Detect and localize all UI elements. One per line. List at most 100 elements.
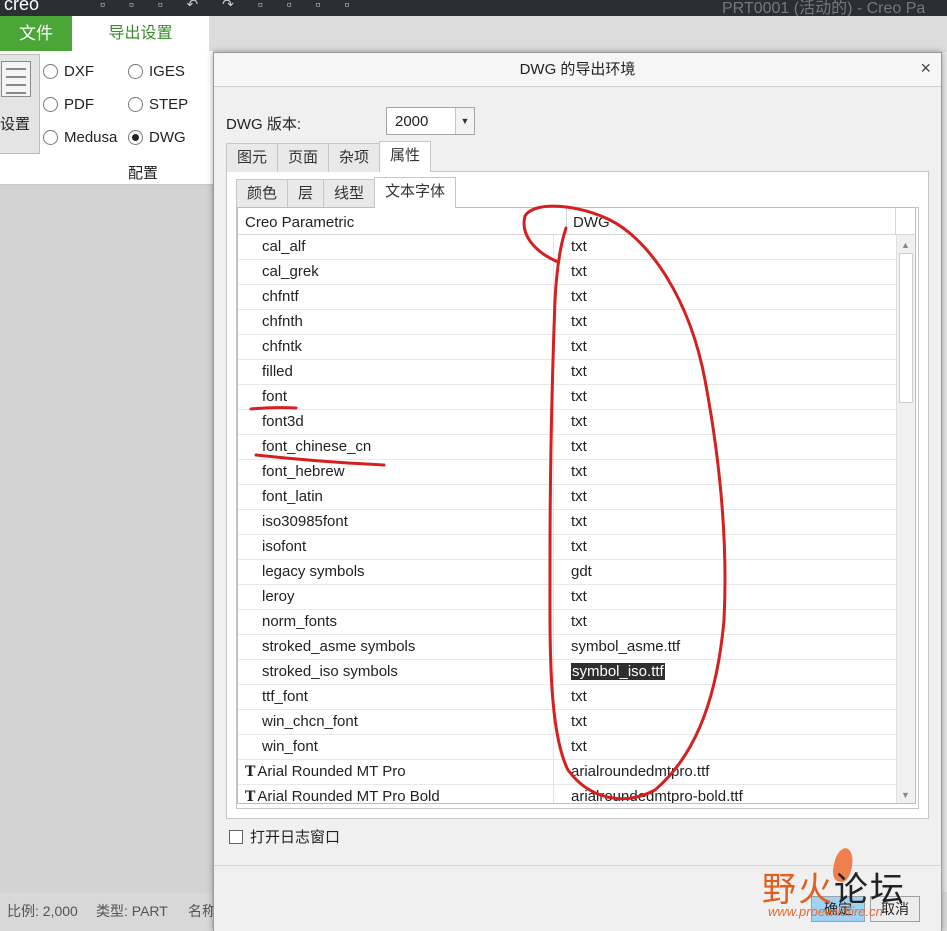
table-row[interactable]: leroy txt bbox=[238, 585, 896, 610]
dwg-font-cell[interactable]: txt bbox=[571, 738, 587, 755]
radio-label: STEP bbox=[149, 96, 189, 113]
settings-icon bbox=[1, 61, 31, 97]
dwg-font-cell[interactable]: txt bbox=[571, 613, 587, 630]
radio-medusa[interactable]: Medusa bbox=[43, 129, 117, 146]
tab-page[interactable]: 页面 bbox=[277, 143, 330, 172]
radio-dxf[interactable]: DXF bbox=[43, 63, 94, 80]
ribbon-panel: 设置 DXF IGES PDF STEP Medusa DWG 配置 bbox=[0, 51, 213, 185]
creo-font-name: ttf_font bbox=[262, 688, 308, 705]
column-header-dwg[interactable]: DWG bbox=[573, 214, 610, 231]
dwg-font-cell[interactable]: txt bbox=[571, 713, 587, 730]
table-row[interactable]: stroked_asme symbols symbol_asme.ttf bbox=[238, 635, 896, 660]
creo-font-name: font_chinese_cn bbox=[262, 438, 372, 455]
tab-text-fonts[interactable]: 文本字体 bbox=[374, 177, 457, 208]
creo-font-cell: chfnth bbox=[262, 313, 303, 330]
dwg-font-cell[interactable]: txt bbox=[571, 363, 587, 380]
creo-font-name: win_font bbox=[262, 738, 318, 755]
table-row[interactable]: font_hebrew txt bbox=[238, 460, 896, 485]
dwg-font-cell[interactable]: txt bbox=[571, 538, 587, 555]
dwg-font-cell[interactable]: txt bbox=[571, 413, 587, 430]
dwg-font-cell[interactable]: txt bbox=[571, 588, 587, 605]
scroll-down-icon[interactable]: ▼ bbox=[901, 790, 910, 800]
dwg-font-cell[interactable]: symbol_asme.ttf bbox=[571, 638, 680, 655]
table-row[interactable]: cal_grek txt bbox=[238, 260, 896, 285]
dwg-font-cell[interactable]: arialroundedmtpro-bold.ttf bbox=[571, 788, 743, 803]
table-row[interactable]: isofont txt bbox=[238, 535, 896, 560]
dwg-font-cell[interactable]: txt bbox=[571, 488, 587, 505]
table-row[interactable]: font txt bbox=[238, 385, 896, 410]
table-row[interactable]: norm_fonts txt bbox=[238, 610, 896, 635]
tab-misc[interactable]: 杂项 bbox=[328, 143, 381, 172]
creo-font-cell: stroked_iso symbols bbox=[262, 663, 398, 680]
radio-circle bbox=[43, 64, 58, 79]
table-row[interactable]: stroked_iso symbols symbol_iso.ttf bbox=[238, 660, 896, 685]
tab-attributes[interactable]: 属性 bbox=[379, 141, 432, 172]
dwg-font-cell[interactable]: txt bbox=[571, 263, 587, 280]
quick-access-toolbar[interactable]: ▫ ▫ ▫ ↶ ↷ ▫ ▫ ▫ ▫ bbox=[100, 0, 359, 13]
dwg-font-cell[interactable]: txt bbox=[571, 463, 587, 480]
creo-font-name: chfntf bbox=[262, 288, 299, 305]
table-row[interactable]: T Arial Rounded MT Pro arialroundedmtpro.t… bbox=[238, 760, 896, 785]
table-row[interactable]: chfntk txt bbox=[238, 335, 896, 360]
settings-button[interactable]: 设置 bbox=[0, 54, 40, 154]
dwg-font-cell[interactable]: gdt bbox=[571, 563, 592, 580]
dwg-font-cell[interactable]: txt bbox=[571, 288, 587, 305]
dwg-font-cell[interactable]: symbol_iso.ttf bbox=[571, 663, 665, 680]
creo-font-cell: stroked_asme symbols bbox=[262, 638, 415, 655]
chevron-down-icon[interactable]: ▼ bbox=[455, 108, 474, 134]
graphics-area[interactable] bbox=[0, 185, 213, 893]
version-select[interactable]: 2000 ▼ bbox=[386, 107, 475, 135]
scrollbar-thumb[interactable] bbox=[899, 253, 913, 403]
forum-watermark: 野火论坛 www.proewildfire.cn bbox=[762, 846, 942, 922]
creo-font-cell: font_hebrew bbox=[262, 463, 345, 480]
dwg-font-cell[interactable]: txt bbox=[571, 388, 587, 405]
radio-pdf[interactable]: PDF bbox=[43, 96, 94, 113]
table-row[interactable]: T Arial Rounded MT Pro Bold arialroundedmt… bbox=[238, 785, 896, 804]
table-row[interactable]: win_font txt bbox=[238, 735, 896, 760]
table-row[interactable]: filled txt bbox=[238, 360, 896, 385]
creo-font-cell: win_chcn_font bbox=[262, 713, 358, 730]
radio-dwg[interactable]: DWG bbox=[128, 129, 186, 146]
creo-font-name: font_latin bbox=[262, 488, 323, 505]
radio-step[interactable]: STEP bbox=[128, 96, 188, 113]
tab-linetypes[interactable]: 线型 bbox=[323, 179, 376, 208]
tab-colors[interactable]: 颜色 bbox=[236, 179, 289, 208]
table-row[interactable]: chfnth txt bbox=[238, 310, 896, 335]
tab-file[interactable]: 文件 bbox=[0, 16, 72, 51]
vertical-scrollbar[interactable]: ▲ ▼ bbox=[896, 235, 915, 803]
table-row[interactable]: font_chinese_cn txt bbox=[238, 435, 896, 460]
close-icon[interactable]: × bbox=[920, 58, 931, 79]
table-row[interactable]: chfntf txt bbox=[238, 285, 896, 310]
truetype-font-icon: T bbox=[245, 789, 256, 804]
radio-iges[interactable]: IGES bbox=[128, 63, 185, 80]
tab-layers[interactable]: 层 bbox=[287, 179, 325, 208]
creo-font-cell: iso30985font bbox=[262, 513, 348, 530]
table-row[interactable]: ttf_font txt bbox=[238, 685, 896, 710]
font-mapping-table: Creo Parametric DWG cal_alf txt cal_grek tx… bbox=[237, 207, 916, 804]
radio-circle bbox=[43, 97, 58, 112]
radio-label: DXF bbox=[64, 63, 94, 80]
dwg-font-cell[interactable]: txt bbox=[571, 513, 587, 530]
dwg-font-cell[interactable]: txt bbox=[571, 338, 587, 355]
table-row[interactable]: font_latin txt bbox=[238, 485, 896, 510]
settings-label: 设置 bbox=[0, 116, 31, 133]
creo-font-name: win_chcn_font bbox=[262, 713, 358, 730]
tab-entities[interactable]: 图元 bbox=[226, 143, 279, 172]
table-row[interactable]: iso30985font txt bbox=[238, 510, 896, 535]
dwg-font-cell[interactable]: txt bbox=[571, 313, 587, 330]
column-header-creo[interactable]: Creo Parametric bbox=[245, 214, 354, 231]
scroll-up-icon[interactable]: ▲ bbox=[901, 240, 910, 250]
dwg-font-cell[interactable]: txt bbox=[571, 238, 587, 255]
dwg-font-cell[interactable]: arialroundedmtpro.ttf bbox=[571, 763, 709, 780]
tab-export-settings[interactable]: 导出设置 bbox=[72, 16, 209, 51]
dwg-font-cell[interactable]: txt bbox=[571, 688, 587, 705]
table-row[interactable]: win_chcn_font txt bbox=[238, 710, 896, 735]
app-titlebar: creo ▫ ▫ ▫ ↶ ↷ ▫ ▫ ▫ ▫ PRT0001 (活动的) - C… bbox=[0, 0, 947, 16]
log-window-checkbox[interactable]: 打开日志窗口 bbox=[229, 826, 340, 847]
creo-font-cell: font_chinese_cn bbox=[262, 438, 371, 455]
table-row[interactable]: legacy symbols gdt bbox=[238, 560, 896, 585]
checkbox-box[interactable] bbox=[229, 829, 243, 844]
table-row[interactable]: cal_alf txt bbox=[238, 235, 896, 260]
dwg-font-cell[interactable]: txt bbox=[571, 438, 587, 455]
table-row[interactable]: font3d txt bbox=[238, 410, 896, 435]
